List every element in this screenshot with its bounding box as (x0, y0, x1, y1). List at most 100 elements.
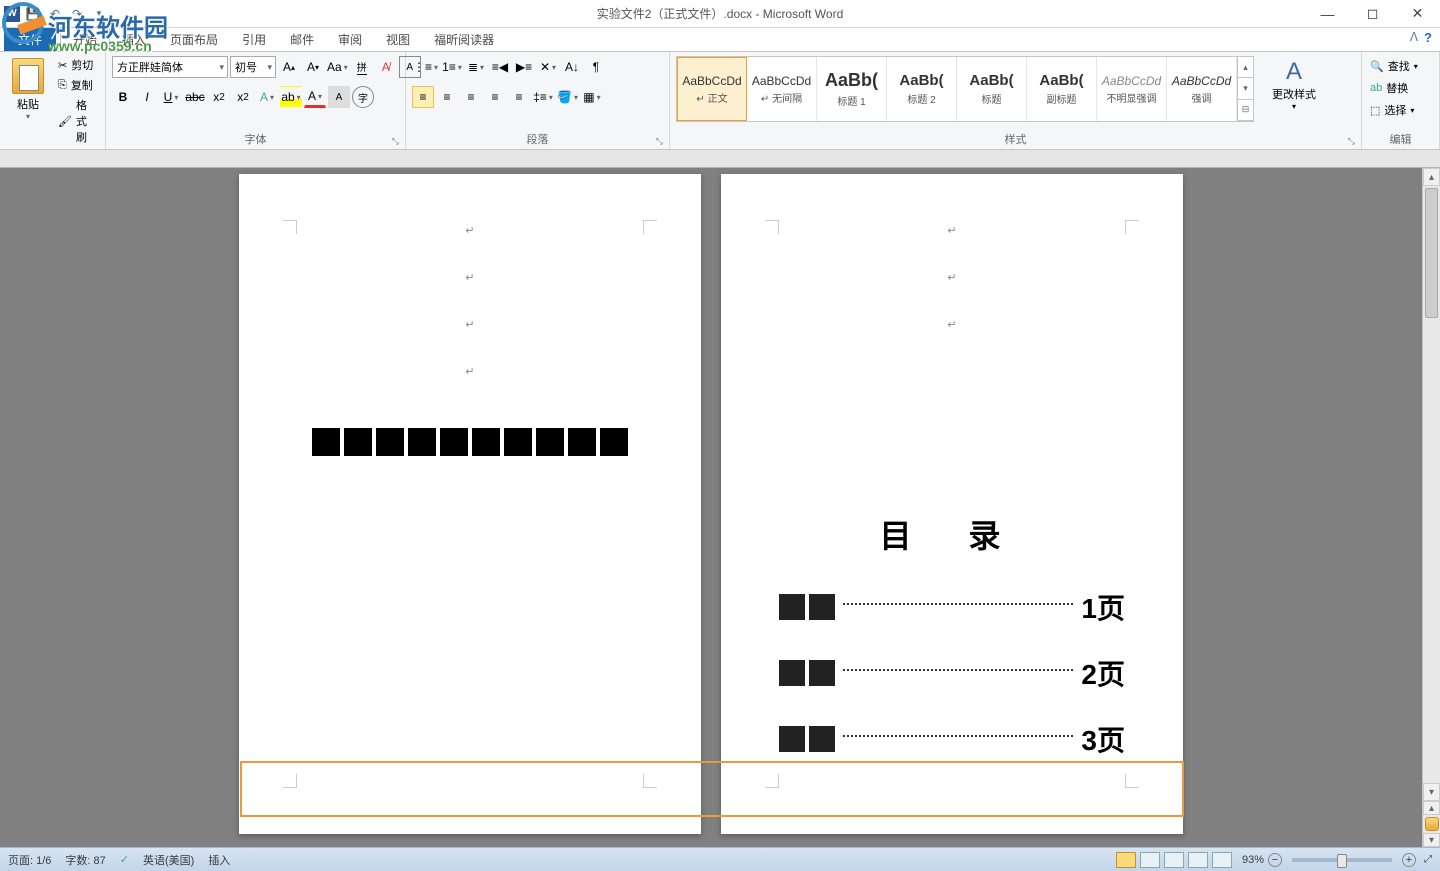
char-shading-button[interactable]: A (328, 86, 350, 108)
show-marks-button[interactable]: ¶ (585, 56, 607, 78)
minimize-ribbon-icon[interactable]: ᐱ (1410, 30, 1418, 45)
shading-button[interactable]: 🪣 (556, 86, 579, 108)
text-effects-button[interactable]: A (256, 86, 278, 108)
zoom-slider[interactable] (1292, 858, 1392, 862)
cut-button[interactable]: ✂剪切 (54, 56, 99, 74)
enclose-char-button[interactable]: 字 (352, 86, 374, 108)
zoom-in-button[interactable]: + (1402, 853, 1416, 867)
align-center-button[interactable]: ≡ (436, 86, 458, 108)
sort-button[interactable]: A↓ (561, 56, 583, 78)
subscript-button[interactable]: x2 (208, 86, 230, 108)
scroll-up-icon[interactable]: ▴ (1423, 168, 1440, 186)
shrink-font-button[interactable]: A▾ (302, 56, 324, 78)
page-1[interactable]: ↵ ↵ ↵ ↵ (239, 174, 701, 834)
status-language[interactable]: 英语(美国) (143, 852, 194, 868)
clear-formatting-button[interactable]: A̸ (375, 56, 397, 78)
horizontal-ruler[interactable] (0, 150, 1440, 168)
status-page[interactable]: 页面: 1/6 (8, 852, 51, 868)
multilevel-button[interactable]: ≣ (465, 56, 487, 78)
line-spacing-button[interactable]: ‡≡ (532, 86, 554, 108)
numbering-button[interactable]: 1≡ (441, 56, 463, 78)
highlight-button[interactable]: ab (280, 86, 302, 108)
style-title[interactable]: AaBb(标题 (957, 57, 1027, 121)
maximize-button[interactable]: ◻ (1350, 0, 1395, 28)
align-right-button[interactable]: ≡ (460, 86, 482, 108)
bullets-button[interactable]: ⋮≡ (412, 56, 439, 78)
tab-references[interactable]: 引用 (230, 28, 278, 51)
superscript-button[interactable]: x2 (232, 86, 254, 108)
style-normal[interactable]: AaBbCcDd↵ 正文 (677, 57, 747, 121)
increase-indent-button[interactable]: ▶≡ (513, 56, 535, 78)
fullscreen-view-button[interactable] (1140, 852, 1160, 868)
justify-button[interactable]: ≡ (484, 86, 506, 108)
spellcheck-icon[interactable]: ✓ (120, 853, 129, 866)
zoom-out-button[interactable]: − (1268, 853, 1282, 867)
strikethrough-button[interactable]: abc (184, 86, 206, 108)
style-heading2[interactable]: AaBb(标题 2 (887, 57, 957, 121)
font-launcher-icon[interactable]: ⤡ (392, 136, 399, 147)
style-subtitle[interactable]: AaBb(副标题 (1027, 57, 1097, 121)
font-color-button[interactable]: A (304, 86, 326, 108)
margin-mark-icon (1125, 220, 1139, 234)
next-page-icon[interactable]: ▾ (1423, 833, 1440, 847)
grow-font-button[interactable]: A▴ (278, 56, 300, 78)
style-subtle-emphasis[interactable]: AaBbCcDd不明显强调 (1097, 57, 1167, 121)
font-size-combo[interactable]: 初号 (230, 56, 276, 78)
outline-view-button[interactable] (1188, 852, 1208, 868)
gallery-more-icon[interactable]: ⊟ (1238, 100, 1253, 121)
close-button[interactable]: ✕ (1395, 0, 1440, 28)
underline-button[interactable]: U (160, 86, 182, 108)
footer-area-highlight[interactable] (240, 761, 1184, 817)
find-button[interactable]: 🔍查找▾ (1368, 56, 1420, 76)
print-layout-view-button[interactable] (1116, 852, 1136, 868)
style-nospacing[interactable]: AaBbCcDd↵ 无间隔 (747, 57, 817, 121)
scroll-thumb[interactable] (1425, 188, 1438, 318)
document-area: ↵ ↵ ↵ ↵ ↵ ↵ ↵ 目 录 1页 (0, 168, 1422, 847)
tab-review[interactable]: 审阅 (326, 28, 374, 51)
group-styles: AaBbCcDd↵ 正文 AaBbCcDd↵ 无间隔 AaBb(标题 1 AaB… (670, 52, 1362, 149)
zoom-level[interactable]: 93% (1242, 854, 1264, 866)
toc-entry-2: 2页 (769, 653, 1135, 693)
paste-button[interactable]: 粘贴 ▾ (6, 56, 50, 123)
decrease-indent-button[interactable]: ≡◀ (489, 56, 511, 78)
italic-button[interactable]: I (136, 86, 158, 108)
web-view-button[interactable] (1164, 852, 1184, 868)
tab-view[interactable]: 视图 (374, 28, 422, 51)
search-icon: 🔍 (1370, 60, 1384, 73)
paragraph-launcher-icon[interactable]: ⤡ (656, 136, 663, 147)
zoom-dialog-icon[interactable]: ⤢ (1424, 854, 1432, 865)
minimize-button[interactable]: — (1305, 0, 1350, 28)
align-left-button[interactable]: ≡ (412, 86, 434, 108)
help-icon[interactable]: ? (1424, 30, 1432, 45)
status-mode[interactable]: 插入 (208, 852, 230, 868)
select-button[interactable]: ⬚选择▾ (1368, 100, 1416, 120)
bold-button[interactable]: B (112, 86, 134, 108)
phonetic-button[interactable]: 拼 (351, 56, 373, 78)
page-2[interactable]: ↵ ↵ ↵ 目 录 1页 2页 3页 (721, 174, 1183, 834)
margin-mark-icon (283, 220, 297, 234)
object-browse-icon[interactable] (1425, 817, 1439, 831)
borders-button[interactable]: ▦ (581, 86, 603, 108)
editing-group-label: 编辑 (1368, 129, 1433, 147)
status-words[interactable]: 字数: 87 (65, 852, 105, 868)
styles-launcher-icon[interactable]: ⤡ (1348, 136, 1355, 147)
change-case-button[interactable]: Aa (326, 56, 349, 78)
gallery-up-icon[interactable]: ▴ (1238, 57, 1253, 78)
vertical-scrollbar[interactable]: ▴ ▾ ▴ ▾ (1422, 168, 1440, 847)
replace-button[interactable]: ab替换 (1368, 78, 1410, 98)
style-heading1[interactable]: AaBb(标题 1 (817, 57, 887, 121)
gallery-down-icon[interactable]: ▾ (1238, 78, 1253, 99)
scroll-down-icon[interactable]: ▾ (1423, 783, 1440, 801)
draft-view-button[interactable] (1212, 852, 1232, 868)
tab-foxit[interactable]: 福昕阅读器 (422, 28, 506, 51)
font-name-combo[interactable]: 方正胖娃简体 (112, 56, 228, 78)
tab-mailings[interactable]: 邮件 (278, 28, 326, 51)
format-painter-button[interactable]: 🖌格式刷 (54, 96, 99, 146)
asian-layout-button[interactable]: ✕ (537, 56, 559, 78)
change-styles-button[interactable]: A 更改样式 ▾ (1264, 56, 1324, 113)
style-emphasis[interactable]: AaBbCcDd强调 (1167, 57, 1237, 121)
prev-page-icon[interactable]: ▴ (1423, 801, 1440, 815)
tab-layout[interactable]: 页面布局 (158, 28, 230, 51)
distribute-button[interactable]: ≡ (508, 86, 530, 108)
copy-button[interactable]: ⎘复制 (54, 76, 99, 94)
